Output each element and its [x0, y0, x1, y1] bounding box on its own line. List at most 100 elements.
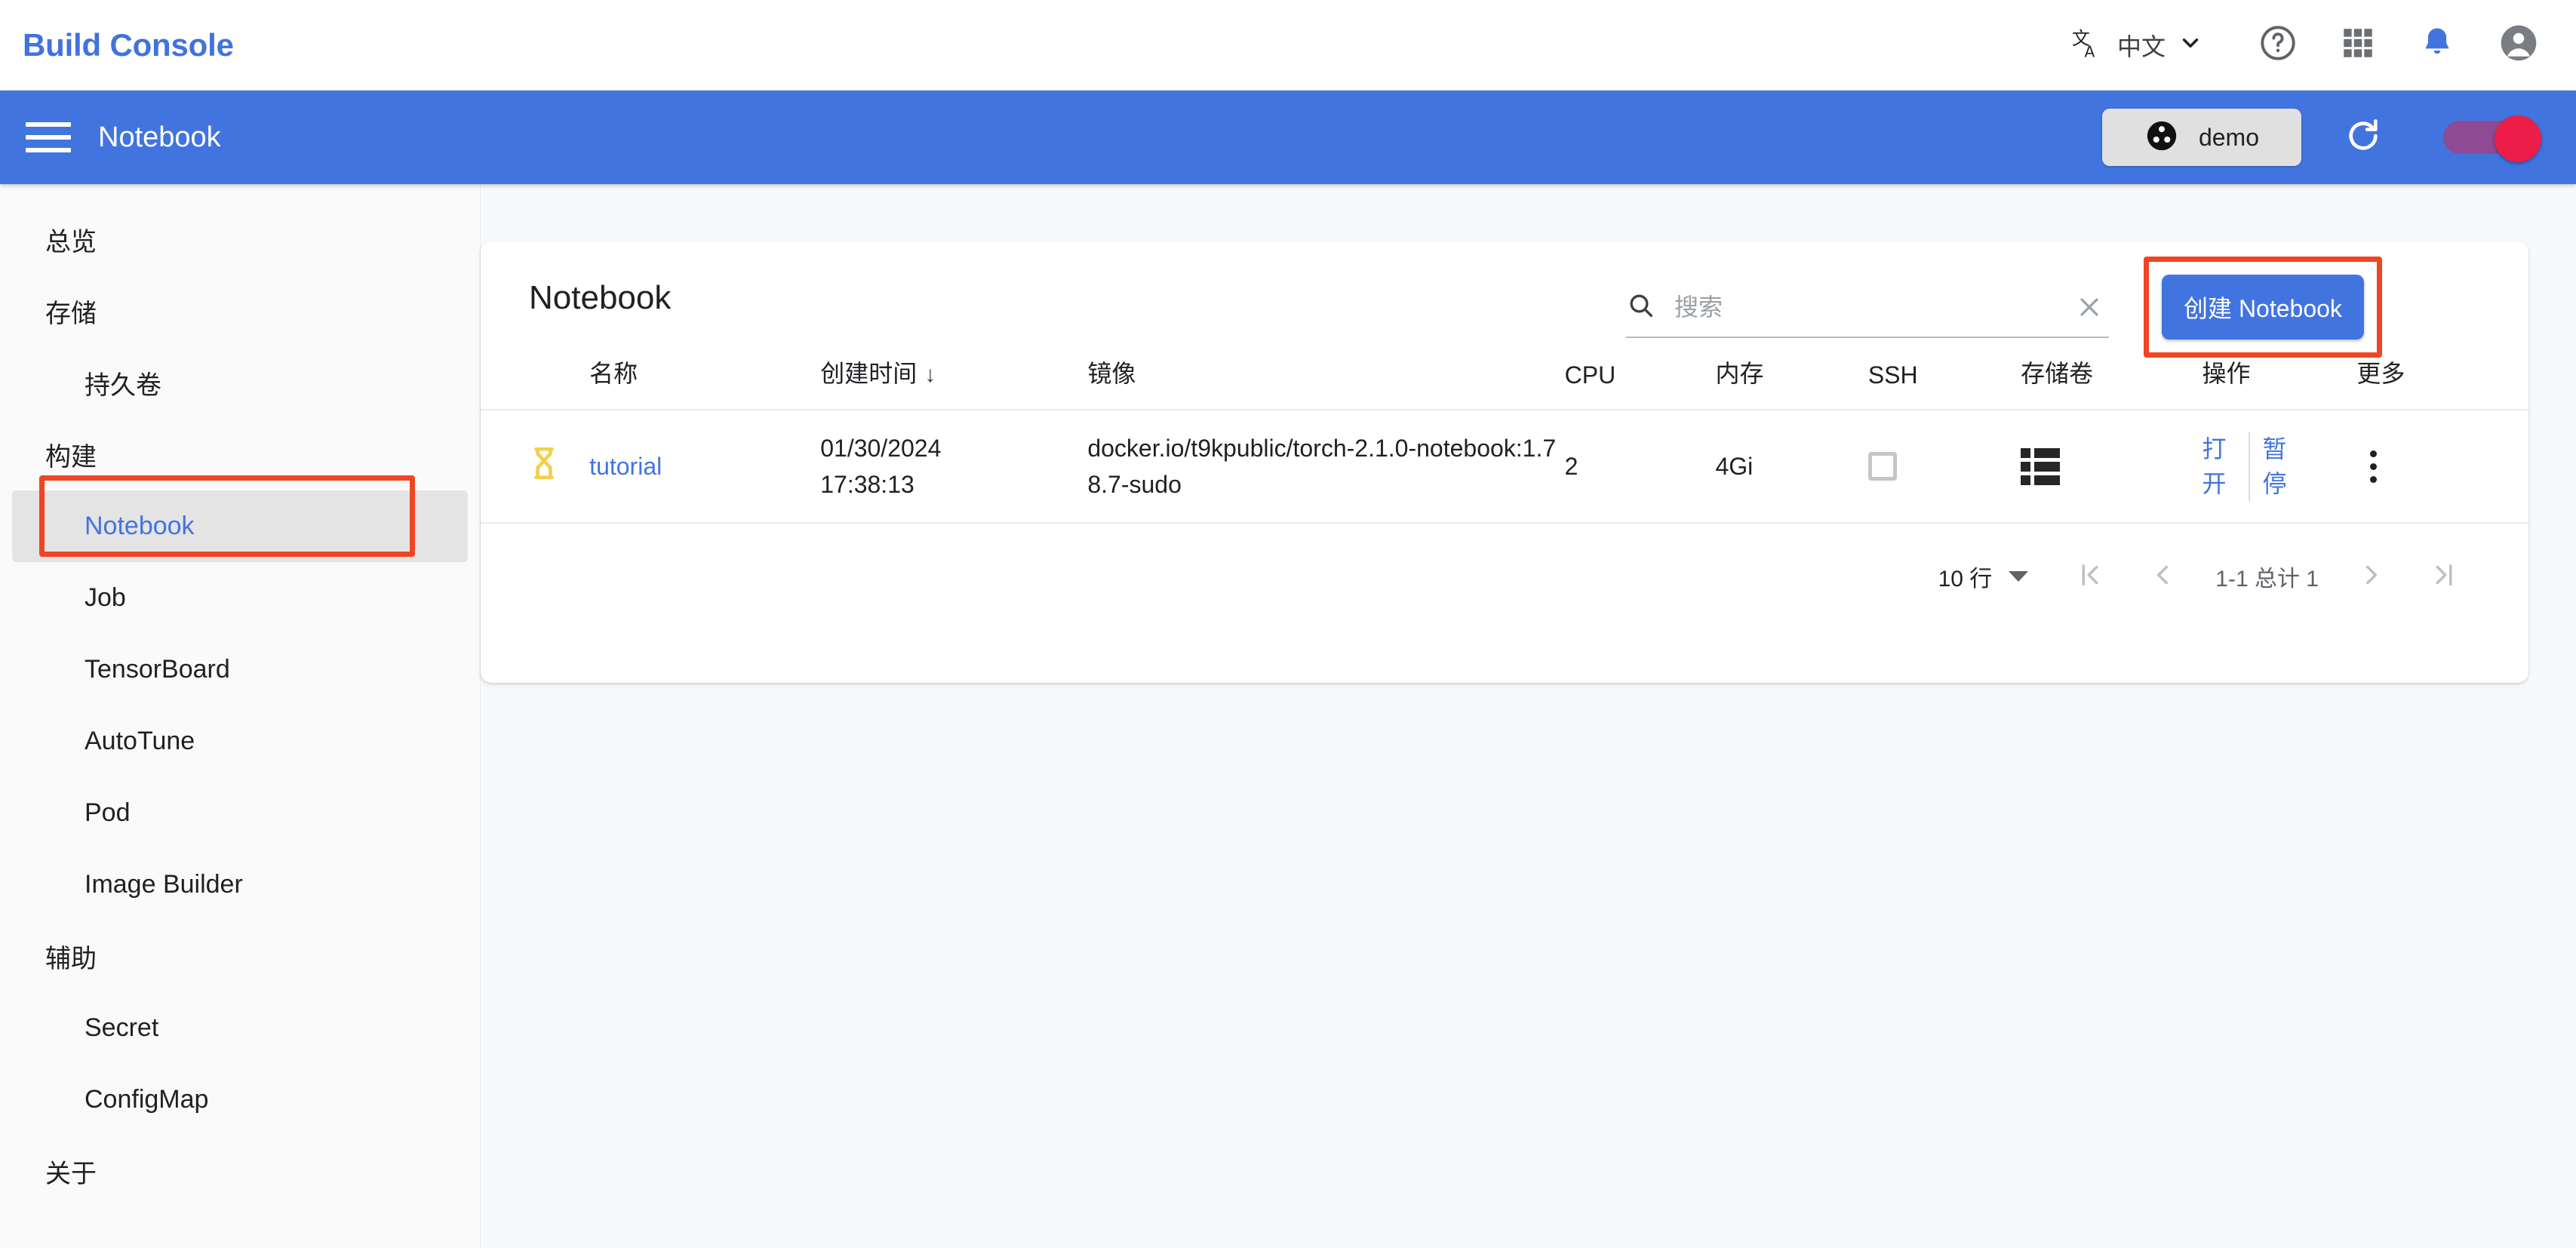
sidebar-item-build[interactable]: 构建: [12, 419, 468, 490]
pagination: 10 行 1-1 总计 1: [481, 524, 2528, 607]
sidebar-item-label: AutoTune: [85, 727, 195, 755]
sidebar-item-about[interactable]: 关于: [12, 1136, 468, 1207]
created-time: 17:38:13: [820, 471, 915, 498]
rows-per-page-select[interactable]: 10 行: [1938, 560, 2029, 593]
hamburger-menu-icon[interactable]: [26, 119, 71, 155]
search-box: [1626, 278, 2109, 338]
page-body: 总览 存储 持久卷 构建 Notebook Job TensorBoard Au…: [0, 184, 2576, 1248]
cell-cpu: 2: [1564, 410, 1716, 524]
sidebar-item-persistent-volume[interactable]: 持久卷: [12, 347, 468, 419]
cell-ssh: [1867, 410, 2021, 524]
language-label: 中文: [2116, 32, 2166, 60]
ssh-checkbox[interactable]: [1867, 452, 1897, 481]
sidebar-item-secret[interactable]: Secret: [12, 992, 468, 1064]
search-icon: [1626, 290, 1656, 324]
account-button[interactable]: [2498, 22, 2540, 68]
sidebar-item-storage[interactable]: 存储: [12, 275, 468, 347]
chevron-down-icon: [2009, 571, 2029, 582]
translate-icon: 文 A: [2072, 26, 2105, 63]
sidebar-item-job[interactable]: Job: [12, 562, 468, 634]
sidebar-item-notebook[interactable]: Notebook: [12, 490, 468, 562]
previous-page-button[interactable]: [2126, 550, 2199, 603]
column-header-status: [481, 355, 590, 410]
column-header-created[interactable]: 创建时间 ↓: [820, 355, 1088, 410]
notebook-table: 名称 创建时间 ↓ 镜像 CPU 内存 SSH 存储卷 操作 更多 tutori…: [481, 355, 2528, 524]
column-header-image[interactable]: 镜像: [1087, 355, 1565, 410]
sidebar-item-auxiliary[interactable]: 辅助: [12, 921, 468, 992]
apps-button[interactable]: [2339, 24, 2377, 66]
close-x-icon[interactable]: [2074, 292, 2104, 322]
sidebar-item-label: TensorBoard: [85, 655, 230, 684]
apps-grid-icon: [2339, 24, 2377, 66]
last-page-icon: [2428, 559, 2460, 595]
notebook-name-link[interactable]: tutorial: [589, 453, 662, 480]
sidebar-item-overview[interactable]: 总览: [12, 204, 468, 275]
cell-image: docker.io/t9kpublic/torch-2.1.0-notebook…: [1087, 410, 1565, 524]
created-date: 01/30/2024: [820, 435, 942, 462]
last-page-button[interactable]: [2408, 550, 2480, 603]
sidebar-item-label: 辅助: [45, 945, 97, 973]
sidebar-item-label: 构建: [45, 443, 97, 472]
main-content: Notebook 创建 Notebook: [481, 184, 2576, 1248]
open-notebook-link[interactable]: 打开: [2202, 432, 2236, 502]
column-header-memory[interactable]: 内存: [1715, 355, 1868, 410]
sidebar-item-pod[interactable]: Pod: [12, 777, 468, 849]
more-vertical-icon[interactable]: [2356, 450, 2390, 483]
column-header-ssh[interactable]: SSH: [1867, 355, 2021, 410]
sidebar-item-configmap[interactable]: ConfigMap: [12, 1064, 468, 1136]
project-selector-chip[interactable]: demo: [2101, 109, 2301, 166]
sidebar-item-label: Notebook: [85, 512, 195, 540]
top-header: Build Console 文 A 中文: [0, 0, 2576, 91]
cell-operations: 打开 暂停: [2202, 410, 2357, 524]
project-chip-label: demo: [2198, 123, 2259, 151]
search-input[interactable]: [1674, 293, 2074, 321]
first-page-icon: [2074, 559, 2106, 595]
cell-memory: 4Gi: [1715, 410, 1868, 524]
table-body: tutorial 01/30/2024 17:38:13 docker.io/t…: [481, 410, 2528, 524]
sidebar-item-label: 关于: [45, 1160, 97, 1188]
theme-toggle-switch[interactable]: [2443, 115, 2541, 162]
sidebar-item-autotune[interactable]: AutoTune: [12, 705, 468, 777]
toggle-knob: [2495, 115, 2541, 162]
page-title: Build Console: [23, 26, 234, 63]
cell-more: [2356, 410, 2528, 524]
notebook-card: Notebook 创建 Notebook: [481, 241, 2528, 683]
table-header-row: 名称 创建时间 ↓ 镜像 CPU 内存 SSH 存储卷 操作 更多: [481, 355, 2528, 410]
column-header-volume[interactable]: 存储卷: [2021, 355, 2203, 410]
refresh-button[interactable]: [2342, 115, 2384, 161]
column-header-name[interactable]: 名称: [589, 355, 821, 410]
language-switcher[interactable]: 文 A 中文: [2058, 26, 2217, 63]
column-header-created-label: 创建时间: [820, 360, 918, 387]
storage-volume-list-icon[interactable]: [2021, 447, 2061, 485]
sidebar-item-label: 总览: [45, 228, 97, 257]
app-bar: Notebook demo: [0, 91, 2576, 184]
next-page-icon: [2356, 559, 2387, 595]
previous-page-icon: [2147, 559, 2178, 595]
rows-per-page-label: 10 行: [1938, 567, 1993, 592]
sidebar-item-label: Pod: [85, 798, 131, 827]
card-toolbar: Notebook 创建 Notebook: [481, 241, 2528, 358]
help-button[interactable]: [2258, 23, 2298, 67]
sidebar-item-label: ConfigMap: [85, 1085, 209, 1114]
sidebar-item-label: Image Builder: [85, 870, 243, 899]
app-bar-title: Notebook: [98, 121, 221, 153]
table-row[interactable]: tutorial 01/30/2024 17:38:13 docker.io/t…: [481, 410, 2528, 524]
page-range-label: 1-1 总计 1: [2215, 567, 2319, 592]
first-page-button[interactable]: [2054, 550, 2126, 603]
create-notebook-button[interactable]: 创建 Notebook: [2162, 275, 2364, 340]
sidebar-item-image-builder[interactable]: Image Builder: [12, 849, 468, 921]
notifications-button[interactable]: [2418, 23, 2457, 66]
column-header-more: 更多: [2356, 355, 2528, 410]
pause-notebook-link[interactable]: 暂停: [2262, 432, 2297, 502]
column-header-cpu[interactable]: CPU: [1564, 355, 1716, 410]
kubernetes-project-icon: [2144, 118, 2179, 157]
sidebar-item-tensorboard[interactable]: TensorBoard: [12, 634, 468, 705]
sidebar: 总览 存储 持久卷 构建 Notebook Job TensorBoard Au…: [0, 184, 481, 1248]
sort-descending-icon: ↓: [924, 362, 936, 387]
next-page-button[interactable]: [2335, 550, 2408, 603]
divider: [2249, 431, 2251, 502]
cell-created: 01/30/2024 17:38:13: [820, 410, 1088, 524]
refresh-icon: [2342, 115, 2384, 161]
hourglass-pending-icon: [529, 447, 559, 486]
sidebar-item-label: 持久卷: [85, 371, 161, 400]
